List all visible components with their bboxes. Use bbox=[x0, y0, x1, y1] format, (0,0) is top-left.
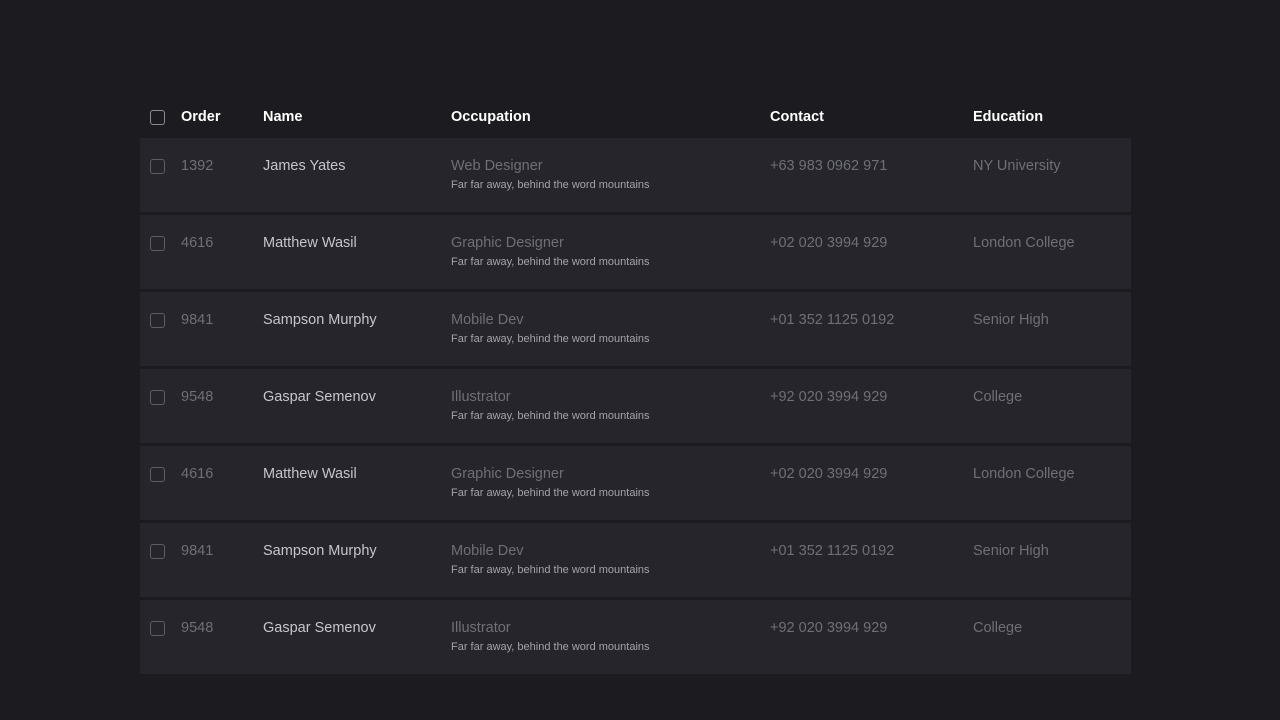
data-table: Order Name Occupation Contact Education … bbox=[140, 96, 1131, 674]
header-education[interactable]: Education bbox=[973, 109, 1131, 125]
contact-cell: +02 020 3994 929 bbox=[770, 466, 888, 482]
education-cell: College bbox=[973, 620, 1023, 636]
occupation-description: Far far away, behind the word mountains bbox=[451, 641, 650, 653]
table-row[interactable]: 1392 James Yates Web Designer Far far aw… bbox=[140, 138, 1131, 212]
name-cell: Matthew Wasil bbox=[263, 466, 357, 482]
table-header: Order Name Occupation Contact Education bbox=[140, 96, 1131, 138]
education-cell: London College bbox=[973, 235, 1075, 251]
occupation-cell: Illustrator Far far away, behind the wor… bbox=[451, 389, 770, 422]
name-cell: Gaspar Semenov bbox=[263, 620, 376, 636]
table-row[interactable]: 4616 Matthew Wasil Graphic Designer Far … bbox=[140, 215, 1131, 289]
contact-cell: +02 020 3994 929 bbox=[770, 235, 888, 251]
contact-cell: +92 020 3994 929 bbox=[770, 389, 888, 405]
education-cell: NY University bbox=[973, 158, 1061, 174]
header-name[interactable]: Name bbox=[263, 109, 451, 125]
row-checkbox-cell bbox=[140, 312, 181, 328]
row-checkbox-cell bbox=[140, 158, 181, 174]
header-contact[interactable]: Contact bbox=[770, 109, 973, 125]
occupation-title: Web Designer bbox=[451, 158, 543, 174]
occupation-title: Mobile Dev bbox=[451, 312, 524, 328]
contact-cell: +01 352 1125 0192 bbox=[770, 543, 895, 559]
row-checkbox[interactable] bbox=[150, 313, 165, 328]
row-checkbox[interactable] bbox=[150, 390, 165, 405]
table-row[interactable]: 9548 Gaspar Semenov Illustrator Far far … bbox=[140, 600, 1131, 674]
contact-cell: +63 983 0962 971 bbox=[770, 158, 888, 174]
occupation-title: Graphic Designer bbox=[451, 466, 564, 482]
table-row[interactable]: 4616 Matthew Wasil Graphic Designer Far … bbox=[140, 446, 1131, 520]
row-checkbox[interactable] bbox=[150, 467, 165, 482]
row-checkbox[interactable] bbox=[150, 159, 165, 174]
order-cell: 4616 bbox=[181, 466, 214, 482]
table-row[interactable]: 9841 Sampson Murphy Mobile Dev Far far a… bbox=[140, 523, 1131, 597]
order-cell: 9841 bbox=[181, 312, 214, 328]
order-cell: 9548 bbox=[181, 620, 214, 636]
order-cell: 4616 bbox=[181, 235, 214, 251]
header-occupation[interactable]: Occupation bbox=[451, 109, 770, 125]
name-cell: Gaspar Semenov bbox=[263, 389, 376, 405]
row-checkbox[interactable] bbox=[150, 236, 165, 251]
row-checkbox-cell bbox=[140, 389, 181, 405]
contact-cell: +01 352 1125 0192 bbox=[770, 312, 895, 328]
education-cell: College bbox=[973, 389, 1023, 405]
table-row[interactable]: 9548 Gaspar Semenov Illustrator Far far … bbox=[140, 369, 1131, 443]
row-checkbox[interactable] bbox=[150, 544, 165, 559]
occupation-cell: Graphic Designer Far far away, behind th… bbox=[451, 235, 770, 268]
name-cell: James Yates bbox=[263, 158, 346, 174]
table-row[interactable]: 9841 Sampson Murphy Mobile Dev Far far a… bbox=[140, 292, 1131, 366]
row-checkbox-cell bbox=[140, 620, 181, 636]
occupation-cell: Web Designer Far far away, behind the wo… bbox=[451, 158, 770, 191]
order-cell: 9841 bbox=[181, 543, 214, 559]
row-checkbox-cell bbox=[140, 466, 181, 482]
occupation-description: Far far away, behind the word mountains bbox=[451, 333, 650, 345]
select-all-checkbox[interactable] bbox=[150, 109, 165, 125]
order-cell: 9548 bbox=[181, 389, 214, 405]
order-cell: 1392 bbox=[181, 158, 214, 174]
occupation-title: Graphic Designer bbox=[451, 235, 564, 251]
occupation-cell: Graphic Designer Far far away, behind th… bbox=[451, 466, 770, 499]
occupation-title: Illustrator bbox=[451, 389, 511, 405]
row-checkbox-cell bbox=[140, 235, 181, 251]
contact-cell: +92 020 3994 929 bbox=[770, 620, 888, 636]
name-cell: Matthew Wasil bbox=[263, 235, 357, 251]
row-checkbox-cell bbox=[140, 543, 181, 559]
row-checkbox[interactable] bbox=[150, 621, 165, 636]
occupation-description: Far far away, behind the word mountains bbox=[451, 410, 650, 422]
header-order[interactable]: Order bbox=[181, 109, 263, 125]
occupation-description: Far far away, behind the word mountains bbox=[451, 487, 650, 499]
header-checkbox-cell bbox=[140, 109, 181, 125]
education-cell: Senior High bbox=[973, 543, 1049, 559]
name-cell: Sampson Murphy bbox=[263, 543, 377, 559]
education-cell: Senior High bbox=[973, 312, 1049, 328]
occupation-title: Mobile Dev bbox=[451, 543, 524, 559]
occupation-description: Far far away, behind the word mountains bbox=[451, 179, 650, 191]
occupation-description: Far far away, behind the word mountains bbox=[451, 564, 650, 576]
name-cell: Sampson Murphy bbox=[263, 312, 377, 328]
occupation-description: Far far away, behind the word mountains bbox=[451, 256, 650, 268]
occupation-title: Illustrator bbox=[451, 620, 511, 636]
occupation-cell: Mobile Dev Far far away, behind the word… bbox=[451, 543, 770, 576]
occupation-cell: Mobile Dev Far far away, behind the word… bbox=[451, 312, 770, 345]
education-cell: London College bbox=[973, 466, 1075, 482]
occupation-cell: Illustrator Far far away, behind the wor… bbox=[451, 620, 770, 653]
